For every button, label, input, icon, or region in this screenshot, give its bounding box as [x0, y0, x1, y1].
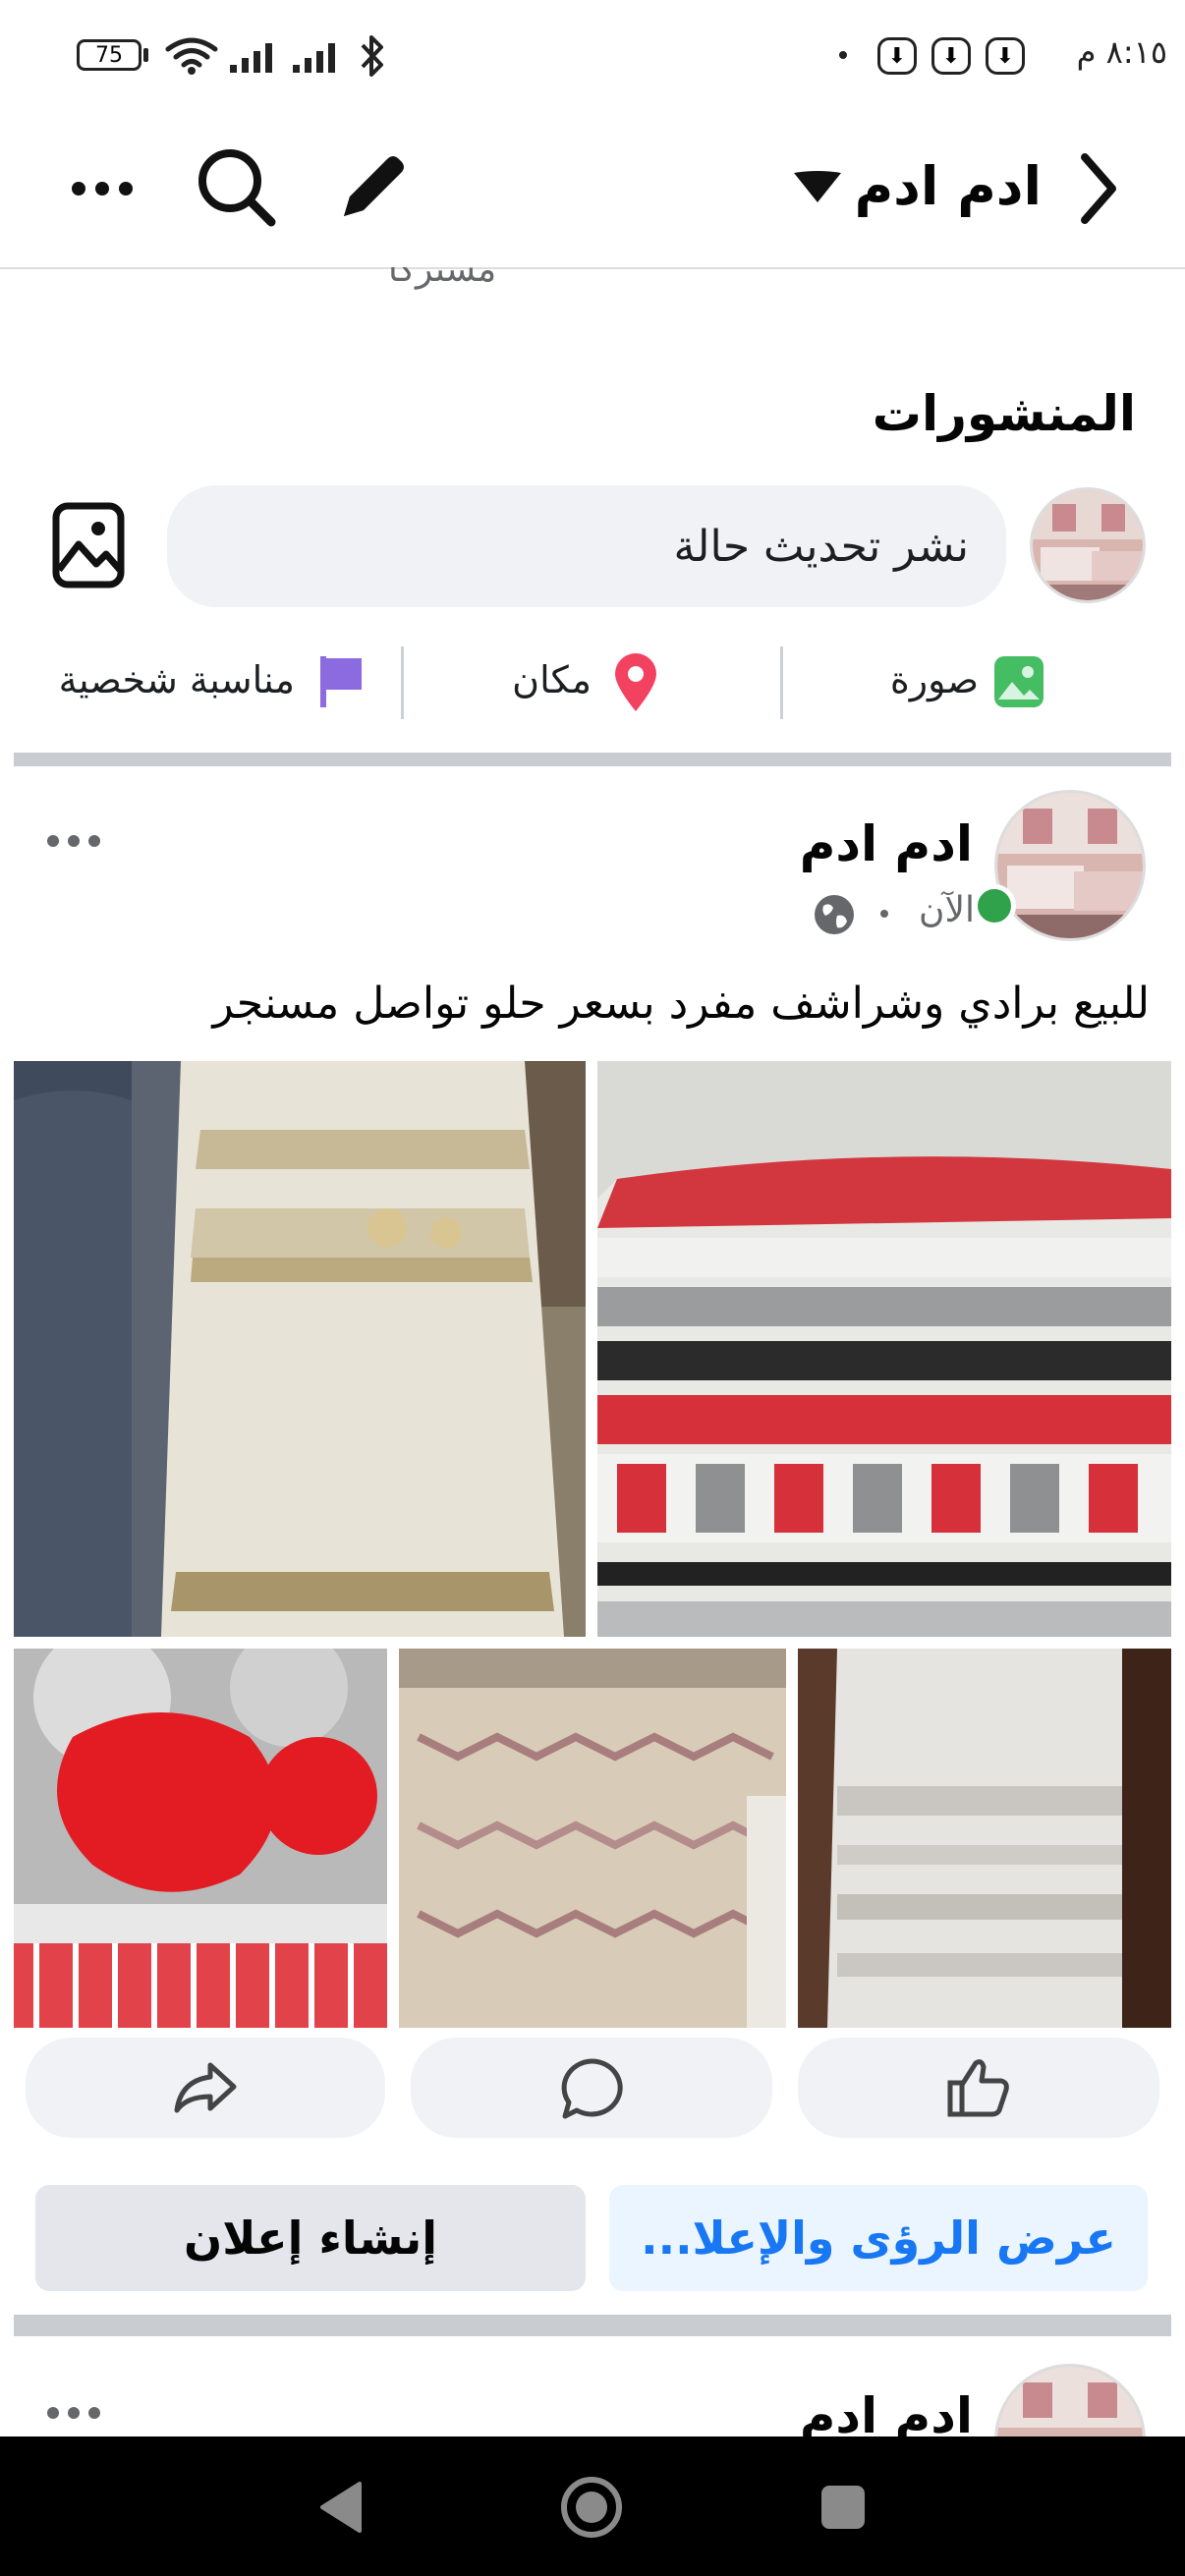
- flag-icon: [320, 656, 362, 707]
- composer-action-place[interactable]: مكان: [413, 639, 776, 723]
- home-nav-icon[interactable]: [558, 2474, 625, 2541]
- post-photo-2[interactable]: [597, 1061, 1171, 1637]
- create-ad-button[interactable]: إنشاء إعلان: [35, 2185, 586, 2291]
- create-ad-label: إنشاء إعلان: [183, 2212, 438, 2265]
- signal-icon: [230, 43, 272, 73]
- clock: ٨:١٥ م: [1076, 33, 1167, 71]
- view-insights-label: عرض الرؤى والإعلا...: [641, 2212, 1116, 2265]
- photo-label: صورة: [889, 658, 979, 701]
- edit-icon[interactable]: [330, 145, 415, 230]
- more-options-button[interactable]: [55, 151, 149, 226]
- status-bar: 75 ⬇ ⬇ ⬇ ٨:١٥ م: [0, 0, 1185, 110]
- share-button[interactable]: [26, 2038, 385, 2138]
- next-post-header: ادم ادم: [0, 2336, 1185, 2436]
- post-photo-4[interactable]: [399, 1649, 786, 2028]
- wifi-icon: [165, 37, 218, 75]
- search-icon[interactable]: [193, 143, 281, 232]
- post-divider: [14, 2315, 1171, 2336]
- post-time[interactable]: الآن: [855, 890, 975, 930]
- bluetooth-icon: [361, 35, 383, 77]
- share-icon: [174, 2062, 237, 2113]
- post-photo-3[interactable]: [14, 1649, 387, 2028]
- signal-icon-2: [293, 43, 335, 73]
- status-update-placeholder: نشر تحديث حالة: [673, 521, 969, 572]
- composer-action-life-event[interactable]: مناسبة شخصية: [20, 639, 393, 723]
- download-icon-3: ⬇: [986, 37, 1025, 75]
- posts-title: المنشورات: [872, 385, 1136, 442]
- comment-icon: [561, 2058, 623, 2119]
- composer-actions: صورة مكان مناسبة شخصية: [0, 639, 1185, 723]
- place-label: مكان: [512, 658, 592, 701]
- photo-upload-icon[interactable]: [51, 501, 126, 589]
- battery-icon: 75: [77, 39, 141, 71]
- post-photo-1[interactable]: [14, 1061, 586, 1637]
- status-update-input[interactable]: نشر تحديث حالة: [167, 485, 1006, 607]
- download-icon-2: ⬇: [931, 37, 971, 75]
- next-post-avatar[interactable]: [994, 2364, 1146, 2436]
- life-event-label: مناسبة شخصية: [58, 658, 295, 701]
- location-pin-icon: [615, 653, 656, 711]
- like-button[interactable]: [798, 2038, 1159, 2138]
- profile-name-title[interactable]: ادم ادم: [845, 155, 1042, 217]
- next-post-author[interactable]: ادم ادم: [688, 2387, 973, 2436]
- back-nav-icon[interactable]: [316, 2480, 366, 2535]
- post-photo-grid: [14, 1061, 1171, 2028]
- download-icon: ⬇: [877, 37, 917, 75]
- photo-icon: [994, 656, 1044, 707]
- view-insights-button[interactable]: عرض الرؤى والإعلا...: [609, 2185, 1148, 2291]
- composer-action-photo[interactable]: صورة: [786, 639, 1159, 723]
- like-icon: [947, 2059, 1009, 2117]
- system-nav-bar: [0, 2436, 1185, 2576]
- next-post-options-button[interactable]: [33, 2393, 114, 2433]
- post-photo-5[interactable]: [798, 1649, 1171, 2028]
- post-options-button[interactable]: [33, 821, 114, 861]
- post-author-name[interactable]: ادم ادم: [688, 815, 973, 872]
- post-author-avatar[interactable]: [994, 790, 1146, 941]
- recents-nav-icon[interactable]: [821, 2486, 865, 2529]
- top-bar: ادم ادم: [0, 110, 1185, 269]
- partial-text: مشتركا: [387, 267, 497, 290]
- caret-down-icon[interactable]: [792, 167, 843, 206]
- globe-icon: [815, 895, 854, 934]
- comment-button[interactable]: [411, 2038, 772, 2138]
- post-text: للبيع برادي وشراشف مفرد بسعر حلو تواصل م…: [212, 979, 1150, 1029]
- composer-avatar[interactable]: [1030, 487, 1146, 603]
- more-icon: [72, 182, 133, 196]
- section-divider: [14, 753, 1171, 766]
- chevron-right-icon[interactable]: [1075, 149, 1122, 228]
- online-status-dot: [973, 884, 1016, 927]
- battery-level: 75: [95, 42, 123, 68]
